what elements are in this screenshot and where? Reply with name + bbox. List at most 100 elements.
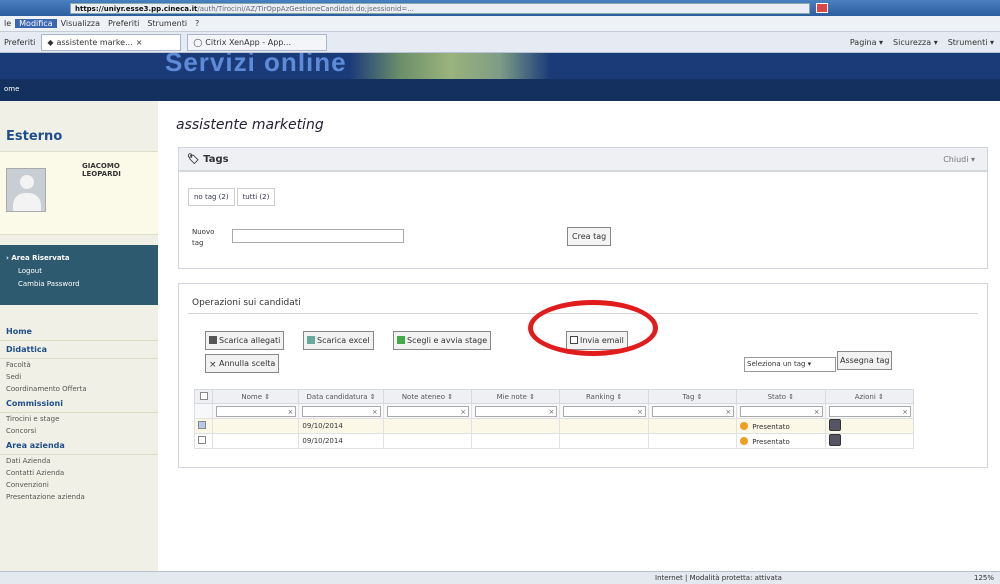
sidebar: Esterno GIACOMO LEOPARDI › Area Riservat…	[0, 101, 158, 584]
download-icon	[209, 336, 217, 344]
sidebar-item-tirocini[interactable]: Tirocini e stage	[0, 413, 158, 425]
select-all-checkbox[interactable]	[199, 391, 208, 400]
stop-icon[interactable]	[816, 3, 828, 13]
cell-tag	[647, 418, 738, 434]
tag-select[interactable]: Seleziona un tag ▾	[744, 357, 836, 372]
download-excel-button[interactable]: Scarica excel	[303, 331, 374, 350]
sidebar-item-convenzioni[interactable]: Convenzioni	[0, 479, 158, 491]
menu-item-help[interactable]: ?	[191, 19, 203, 28]
sidebar-item-presentazione[interactable]: Presentazione azienda	[0, 491, 158, 503]
table-row[interactable]: 09/10/2014 Presentato	[193, 418, 915, 434]
menu-item-visualizza[interactable]: Visualizza	[57, 19, 104, 28]
sidebar-item-sedi[interactable]: Sedi	[0, 371, 158, 383]
check-icon	[397, 336, 405, 344]
col-nome[interactable]: Nome ⇕	[212, 389, 300, 404]
tags-panel-header: 🏷 Tags Chiudi ▾	[178, 147, 988, 171]
cell-stato: Presentato	[736, 418, 826, 434]
filter-cell[interactable]: ×	[824, 403, 915, 419]
filter-cell[interactable]: ×	[471, 403, 561, 419]
status-dot-icon	[740, 436, 749, 445]
tools-menu[interactable]: Strumenti ▾	[948, 38, 994, 47]
close-tab-icon[interactable]: ×	[136, 38, 143, 47]
col-data[interactable]: Data candidatura ⇕	[298, 389, 384, 404]
area-riservata-panel: › Area Riservata Logout Cambia Password	[0, 245, 158, 305]
col-stato[interactable]: Stato ⇕	[736, 389, 826, 404]
banner-title: Servizi online	[165, 53, 347, 77]
cell-nome	[212, 418, 300, 434]
sidebar-item-contatti-azienda[interactable]: Contatti Azienda	[0, 467, 158, 479]
start-stage-button[interactable]: Scegli e avvia stage	[393, 331, 492, 350]
browser-tab-active[interactable]: ◆ assistente marke... ×	[41, 33, 182, 51]
assign-tag-button[interactable]: Assegna tag	[837, 351, 893, 370]
sidebar-item-didattica[interactable]: Didattica	[0, 341, 158, 359]
filter-cell[interactable]: ×	[559, 403, 649, 419]
cell-tag	[647, 433, 738, 449]
menu-bar: le Modifica Visualizza Preferiti Strumen…	[0, 16, 1000, 32]
sidebar-item-concorsi[interactable]: Concorsi	[0, 425, 158, 437]
favorites-bar: Preferiti ◆ assistente marke... × ◯ Citrix …	[0, 32, 1000, 53]
area-title[interactable]: Area Riservata	[11, 254, 69, 262]
tag-filters: no tag (2) tutti (2)	[188, 188, 277, 206]
col-mie-note[interactable]: Mie note ⇕	[471, 389, 561, 404]
cell-azioni	[824, 433, 915, 449]
col-ranking[interactable]: Ranking ⇕	[559, 389, 649, 404]
zoom-level[interactable]: 125%	[974, 574, 994, 582]
create-tag-button[interactable]: Crea tag	[567, 227, 612, 246]
menu-item[interactable]: le	[0, 19, 15, 28]
home-link[interactable]: ome	[4, 85, 19, 93]
filter-cell[interactable]: ×	[647, 403, 738, 419]
view-detail-icon[interactable]	[828, 419, 841, 431]
filter-cell[interactable]: ×	[212, 403, 300, 419]
new-tag-input[interactable]	[232, 229, 404, 243]
top-nav: ome	[0, 79, 1000, 101]
col-azioni: Azioni ⇕	[824, 389, 915, 404]
page-icon: ◆	[47, 37, 54, 47]
sidebar-item-home[interactable]: Home	[0, 323, 158, 341]
download-attachments-button[interactable]: Scarica allegati	[205, 331, 285, 350]
select-all-header[interactable]	[193, 389, 214, 404]
page-menu[interactable]: Pagina ▾	[850, 38, 883, 47]
filter-all[interactable]: tutti (2)	[236, 188, 276, 206]
security-menu[interactable]: Sicurezza ▾	[893, 38, 938, 47]
new-tag-label: Nuovo tag	[192, 228, 215, 247]
menu-item-modifica[interactable]: Modifica	[15, 19, 57, 28]
filter-no-tag[interactable]: no tag (2)	[188, 188, 235, 206]
user-name: GIACOMO LEOPARDI	[82, 162, 121, 178]
close-tags-button[interactable]: Chiudi ▾	[943, 155, 975, 164]
x-icon: ×	[209, 360, 217, 370]
cancel-selection-button[interactable]: × Annulla scelta	[205, 354, 280, 373]
cell-azioni	[824, 418, 915, 434]
user-profile: GIACOMO LEOPARDI	[0, 151, 158, 235]
filter-cell[interactable]: ×	[298, 403, 384, 419]
table-row[interactable]: 09/10/2014 Presentato	[193, 433, 915, 449]
citrix-icon: ◯	[193, 37, 203, 47]
filter-cell[interactable]: ×	[736, 403, 826, 419]
site-banner: Servizi online	[0, 53, 1000, 79]
arrow-icon: ›	[6, 254, 9, 262]
col-tag[interactable]: Tag ⇕	[647, 389, 738, 404]
sidebar-item-facolta[interactable]: Facoltà	[0, 359, 158, 371]
sidebar-item-coordinamento[interactable]: Coordinamento Offerta	[0, 383, 158, 395]
sidebar-item-commissioni[interactable]: Commissioni	[0, 395, 158, 413]
filter-cell[interactable]: ×	[382, 403, 473, 419]
banner-image	[350, 53, 550, 79]
security-zone[interactable]: Internet | Modalità protetta: attivata	[655, 574, 782, 582]
view-detail-icon[interactable]	[828, 434, 841, 446]
favorites-button[interactable]: Preferiti	[0, 38, 35, 47]
address-bar[interactable]: https://uniyr.esse3.pp.cineca.it/auth/Ti…	[0, 0, 1000, 16]
browser-tab[interactable]: ◯ Citrix XenApp - App...	[187, 33, 328, 51]
sidebar-item-area-azienda[interactable]: Area azienda	[0, 437, 158, 455]
sidebar-item-dati-azienda[interactable]: Dati Azienda	[0, 455, 158, 467]
url-field[interactable]: https://uniyr.esse3.pp.cineca.it/auth/Ti…	[70, 2, 810, 14]
row-checkbox[interactable]	[198, 436, 206, 444]
cell-mie-note	[471, 418, 561, 434]
col-note-ateneo[interactable]: Note ateneo ⇕	[382, 389, 473, 404]
logout-link[interactable]: Logout	[0, 267, 158, 275]
cell-ranking	[559, 418, 649, 434]
cell-nome	[212, 433, 300, 449]
menu-item-strumenti[interactable]: Strumenti	[143, 19, 191, 28]
cell-ranking	[559, 433, 649, 449]
menu-item-preferiti[interactable]: Preferiti	[104, 19, 143, 28]
row-checkbox[interactable]	[198, 421, 206, 429]
change-password-link[interactable]: Cambia Password	[0, 280, 158, 288]
